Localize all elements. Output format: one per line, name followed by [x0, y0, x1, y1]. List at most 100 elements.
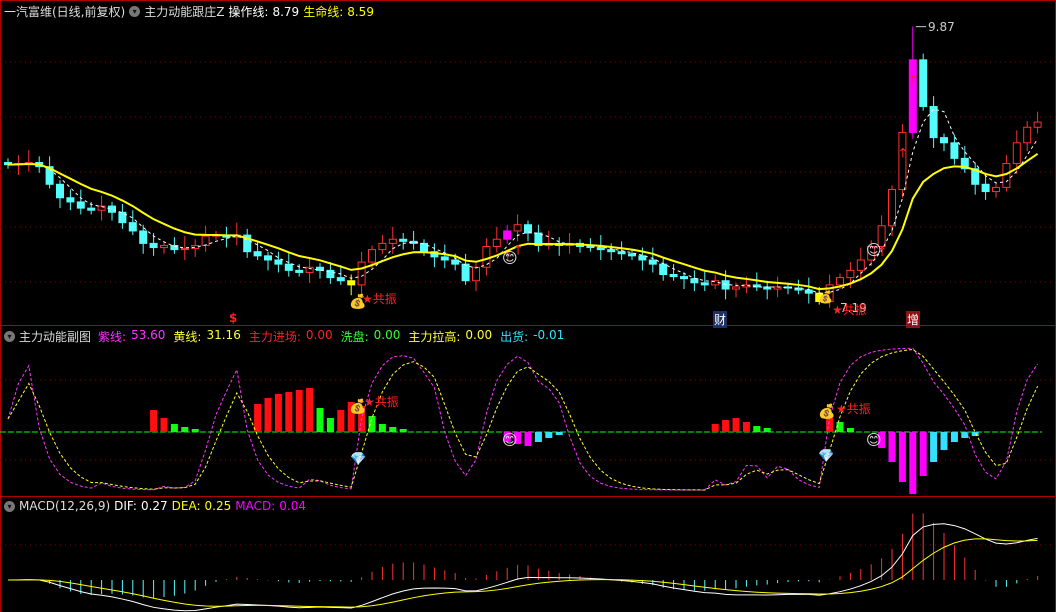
- candle: [399, 238, 408, 242]
- histogram-bar: [337, 410, 345, 432]
- histogram-bar: [732, 418, 740, 432]
- histogram-bar: [295, 390, 303, 432]
- candle: [160, 244, 168, 249]
- up-arrow-icon: ↑: [897, 146, 908, 161]
- macd-header: ▾ MACD(12,26,9) DIF: 0.27 DEA: 0.25 MACD: 0…: [4, 499, 306, 513]
- candle: [846, 269, 855, 279]
- histogram-bar: [378, 424, 386, 432]
- candle: [669, 274, 678, 278]
- candle: [87, 207, 96, 211]
- smiley-icon: 😊: [866, 241, 882, 259]
- smiley-icon: 😊: [866, 431, 882, 449]
- histogram-bar: [264, 398, 272, 432]
- sub-item-label: 洗盘:: [340, 330, 369, 344]
- candle: [149, 242, 158, 249]
- sub-indicator-name[interactable]: 主力动能副图: [19, 328, 91, 345]
- money-bag-icon: 💰: [818, 290, 833, 304]
- candle: [929, 106, 938, 139]
- dollar-marker: $: [229, 311, 238, 325]
- candle: [295, 269, 304, 273]
- op-line-value: 8.79: [272, 4, 300, 19]
- main-header: 一汽富维(日线,前复权) ▾ 主力动能跟庄Z 操作线: 8.79 生命线: 8.59: [4, 3, 374, 20]
- histogram-bar: [888, 432, 896, 462]
- candle: [503, 230, 512, 240]
- candle: [76, 201, 85, 209]
- diamond-icon: 💎: [818, 449, 835, 464]
- candle: [804, 289, 813, 294]
- resonance-star-label: ★共振: [364, 395, 399, 409]
- histogram-bar: [971, 432, 979, 436]
- candle: [388, 238, 397, 244]
- resonance-star-label: ★共振: [362, 292, 397, 306]
- chevron-down-icon[interactable]: ▾: [4, 331, 15, 342]
- macd-name[interactable]: MACD(12,26,9): [19, 499, 110, 513]
- stock-title: 一汽富维(日线,前复权): [4, 5, 126, 19]
- candle: [648, 259, 657, 265]
- resonance-star-label: ★共振: [836, 402, 871, 416]
- histogram-bar: [919, 432, 927, 476]
- candle: [981, 183, 990, 193]
- histogram-bar: [722, 420, 730, 432]
- candle: [201, 235, 210, 246]
- candle: [368, 249, 376, 263]
- sub-item-label: 出货:: [500, 330, 529, 344]
- candle: [586, 246, 595, 249]
- candle: [305, 266, 314, 273]
- candle: [284, 263, 293, 271]
- resonance-text: 共振: [846, 402, 871, 416]
- candle: [482, 246, 491, 268]
- histogram-bar: [285, 392, 293, 432]
- candle: [472, 266, 480, 282]
- macd-label: MACD:: [235, 499, 276, 513]
- sub-item-value: 0.00: [373, 328, 401, 342]
- histogram-bar: [399, 429, 407, 432]
- histogram-bar: [368, 416, 376, 432]
- chevron-down-icon[interactable]: ▾: [4, 500, 15, 512]
- candle: [732, 286, 740, 290]
- candle: [607, 249, 616, 253]
- candle: [378, 242, 387, 251]
- up-arrow-icon: ↑: [908, 74, 919, 89]
- chevron-down-icon[interactable]: ▾: [129, 6, 141, 17]
- zeng-marker[interactable]: 增: [906, 311, 921, 328]
- histogram-bar: [753, 426, 761, 432]
- candle: [253, 251, 262, 257]
- money-bag-icon: 💰: [349, 399, 367, 415]
- candle: [856, 259, 865, 271]
- histogram-bar: [846, 428, 854, 432]
- candle: [66, 197, 75, 203]
- candle: [357, 261, 366, 286]
- candle: [721, 280, 730, 290]
- resonance-text: 共振: [372, 292, 397, 306]
- candle: [440, 256, 449, 261]
- histogram-bar: [742, 422, 750, 432]
- op-line: [7, 108, 1039, 294]
- dea-label: DEA:: [171, 499, 201, 513]
- candle: [908, 59, 917, 133]
- candle: [888, 188, 896, 227]
- indicator-name[interactable]: 主力动能跟庄Z: [144, 3, 224, 20]
- sub-item-label: 主力进场:: [248, 330, 301, 344]
- candle: [336, 277, 345, 282]
- candle: [992, 186, 1000, 193]
- candle: [56, 183, 64, 199]
- histogram-bar: [950, 432, 958, 442]
- histogram-bar: [711, 424, 719, 432]
- dif-label: DIF:: [114, 499, 137, 513]
- sub-header: ▾ 主力动能副图 紫线: 53.60 黄线: 31.16 主力进场: 0.00 洗盘: 0.0…: [4, 328, 564, 345]
- candle: [940, 137, 948, 144]
- money-bag-icon: 💰: [818, 404, 836, 420]
- histogram-bar: [909, 432, 917, 494]
- smiley-icon: 😊: [502, 431, 518, 449]
- chart-canvas[interactable]: ↑ ↑ ↑↑↑: [0, 0, 1056, 612]
- cai-marker[interactable]: 财: [713, 311, 728, 328]
- sub-item-value: 53.60: [131, 328, 166, 342]
- candle: [492, 238, 501, 248]
- sub-item-value: -0.01: [533, 328, 565, 342]
- dif-line: [7, 523, 1038, 612]
- dea-value: 0.25: [204, 499, 232, 513]
- candle: [108, 205, 116, 213]
- life-line-label: 生命线:: [303, 5, 344, 19]
- histogram-bar: [545, 432, 553, 438]
- candle: [524, 224, 532, 234]
